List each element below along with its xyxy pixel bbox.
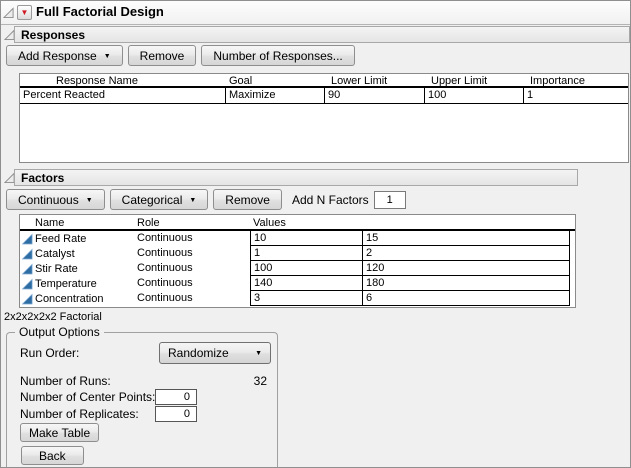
col-goal: Goal: [226, 74, 325, 88]
chevron-down-icon: ▼: [255, 350, 262, 357]
remove-factor-label: Remove: [225, 193, 270, 207]
col-lower-limit: Lower Limit: [325, 74, 425, 88]
run-order-dropdown[interactable]: Randomize ▼: [159, 342, 271, 364]
factor-high-value-cell[interactable]: 6: [362, 291, 570, 306]
factors-table: Name Role Values Feed Rate Continuous 10…: [19, 214, 576, 308]
number-of-runs-value: 32: [254, 374, 267, 388]
col-response-name: Response Name: [20, 74, 226, 88]
categorical-button[interactable]: Categorical ▼: [110, 189, 209, 210]
chevron-down-icon: ▼: [189, 197, 196, 204]
factor-high-value-cell[interactable]: 15: [362, 231, 570, 246]
factor-low-value-cell[interactable]: 3: [250, 291, 362, 306]
red-triangle-menu-button[interactable]: ▼: [17, 5, 32, 20]
factor-row: Concentration Continuous 3 6: [20, 291, 575, 306]
factor-name-label: Feed Rate: [35, 232, 86, 246]
factor-row: Catalyst Continuous 1 2: [20, 246, 575, 261]
number-of-responses-label: Number of Responses...: [213, 49, 342, 63]
number-of-responses-button[interactable]: Number of Responses...: [201, 45, 354, 66]
factor-role-cell[interactable]: Continuous: [137, 291, 250, 306]
continuous-factor-icon: [22, 248, 33, 260]
factor-name-cell[interactable]: Feed Rate: [20, 231, 137, 246]
response-name-cell[interactable]: Percent Reacted: [20, 88, 226, 104]
responses-table: Response Name Goal Lower Limit Upper Lim…: [19, 73, 629, 163]
run-order-label: Run Order:: [20, 346, 79, 360]
number-of-runs-label: Number of Runs:: [20, 374, 111, 388]
add-n-factors-input[interactable]: [374, 191, 406, 209]
factor-high-value-cell[interactable]: 180: [362, 276, 570, 291]
factor-low-value-cell[interactable]: 1: [250, 246, 362, 261]
col-role: Role: [137, 215, 250, 231]
continuous-label: Continuous: [18, 193, 79, 207]
center-points-input[interactable]: [155, 389, 197, 405]
page-title: Full Factorial Design: [36, 4, 164, 19]
add-n-factors-label: Add N Factors: [292, 193, 369, 207]
responses-header-bar[interactable]: Responses: [14, 26, 630, 43]
factor-row: Feed Rate Continuous 10 15: [20, 231, 575, 246]
add-response-label: Add Response: [18, 49, 97, 63]
factor-name-cell[interactable]: Concentration: [20, 291, 137, 306]
categorical-label: Categorical: [122, 193, 183, 207]
responses-table-header: Response Name Goal Lower Limit Upper Lim…: [20, 74, 628, 88]
factor-name-label: Catalyst: [35, 247, 75, 261]
factor-high-value-cell[interactable]: 2: [362, 246, 570, 261]
make-table-label: Make Table: [29, 426, 90, 440]
continuous-factor-icon: [22, 278, 33, 290]
response-lower-limit-cell[interactable]: 90: [325, 88, 425, 104]
continuous-factor-icon: [22, 263, 33, 275]
factor-role-cell[interactable]: Continuous: [137, 261, 250, 276]
disclosure-triangle-icon[interactable]: [3, 6, 14, 18]
continuous-factor-icon: [22, 233, 33, 245]
chevron-down-icon: ▼: [86, 197, 93, 204]
response-row: Percent Reacted Maximize 90 100 1: [20, 88, 628, 104]
factor-role-cell[interactable]: Continuous: [137, 246, 250, 261]
response-goal-cell[interactable]: Maximize: [226, 88, 325, 104]
response-upper-limit-cell[interactable]: 100: [425, 88, 524, 104]
factor-name-cell[interactable]: Stir Rate: [20, 261, 137, 276]
replicates-input[interactable]: [155, 406, 197, 422]
factor-name-label: Concentration: [35, 292, 104, 306]
factor-low-value-cell[interactable]: 100: [250, 261, 362, 276]
col-importance: Importance: [524, 74, 628, 88]
remove-response-button[interactable]: Remove: [128, 45, 197, 66]
col-values: Values: [250, 215, 362, 231]
full-factorial-design-window: ▼ Full Factorial Design Responses Add Re…: [0, 0, 631, 468]
window-title-bar: ▼ Full Factorial Design: [1, 1, 631, 25]
factor-high-value-cell[interactable]: 120: [362, 261, 570, 276]
output-options-title: Output Options: [15, 325, 104, 339]
replicates-label: Number of Replicates:: [20, 407, 139, 421]
factor-role-cell[interactable]: Continuous: [137, 231, 250, 246]
remove-response-label: Remove: [140, 49, 185, 63]
make-table-button[interactable]: Make Table: [20, 423, 99, 442]
remove-factor-button[interactable]: Remove: [213, 189, 282, 210]
chevron-down-icon: ▼: [104, 53, 111, 60]
factors-table-header: Name Role Values: [20, 215, 575, 231]
factor-row: Temperature Continuous 140 180: [20, 276, 575, 291]
continuous-factor-icon: [22, 293, 33, 305]
factors-toolbar: Continuous ▼ Categorical ▼ Remove Add N …: [6, 189, 406, 210]
response-importance-cell[interactable]: 1: [524, 88, 628, 104]
add-response-button[interactable]: Add Response ▼: [6, 45, 123, 66]
col-upper-limit: Upper Limit: [425, 74, 524, 88]
run-order-value: Randomize: [168, 346, 229, 360]
factors-header-label: Factors: [21, 171, 64, 185]
back-label: Back: [39, 449, 66, 463]
red-triangle-icon: ▼: [21, 9, 29, 17]
responses-toolbar: Add Response ▼ Remove Number of Response…: [6, 45, 355, 66]
design-summary-label: 2x2x2x2x2 Factorial: [4, 311, 102, 323]
continuous-button[interactable]: Continuous ▼: [6, 189, 105, 210]
factor-name-cell[interactable]: Catalyst: [20, 246, 137, 261]
factor-name-label: Temperature: [35, 277, 97, 291]
output-options-group: Output Options Run Order: Randomize ▼ Nu…: [6, 332, 278, 468]
back-button[interactable]: Back: [21, 446, 84, 465]
factor-row: Stir Rate Continuous 100 120: [20, 261, 575, 276]
factor-low-value-cell[interactable]: 140: [250, 276, 362, 291]
factor-name-cell[interactable]: Temperature: [20, 276, 137, 291]
responses-header-label: Responses: [21, 28, 85, 42]
factors-header-bar[interactable]: Factors: [14, 169, 578, 186]
factor-role-cell[interactable]: Continuous: [137, 276, 250, 291]
center-points-label: Number of Center Points:: [20, 390, 155, 404]
factor-low-value-cell[interactable]: 10: [250, 231, 362, 246]
col-name: Name: [20, 215, 137, 231]
factor-name-label: Stir Rate: [35, 262, 78, 276]
